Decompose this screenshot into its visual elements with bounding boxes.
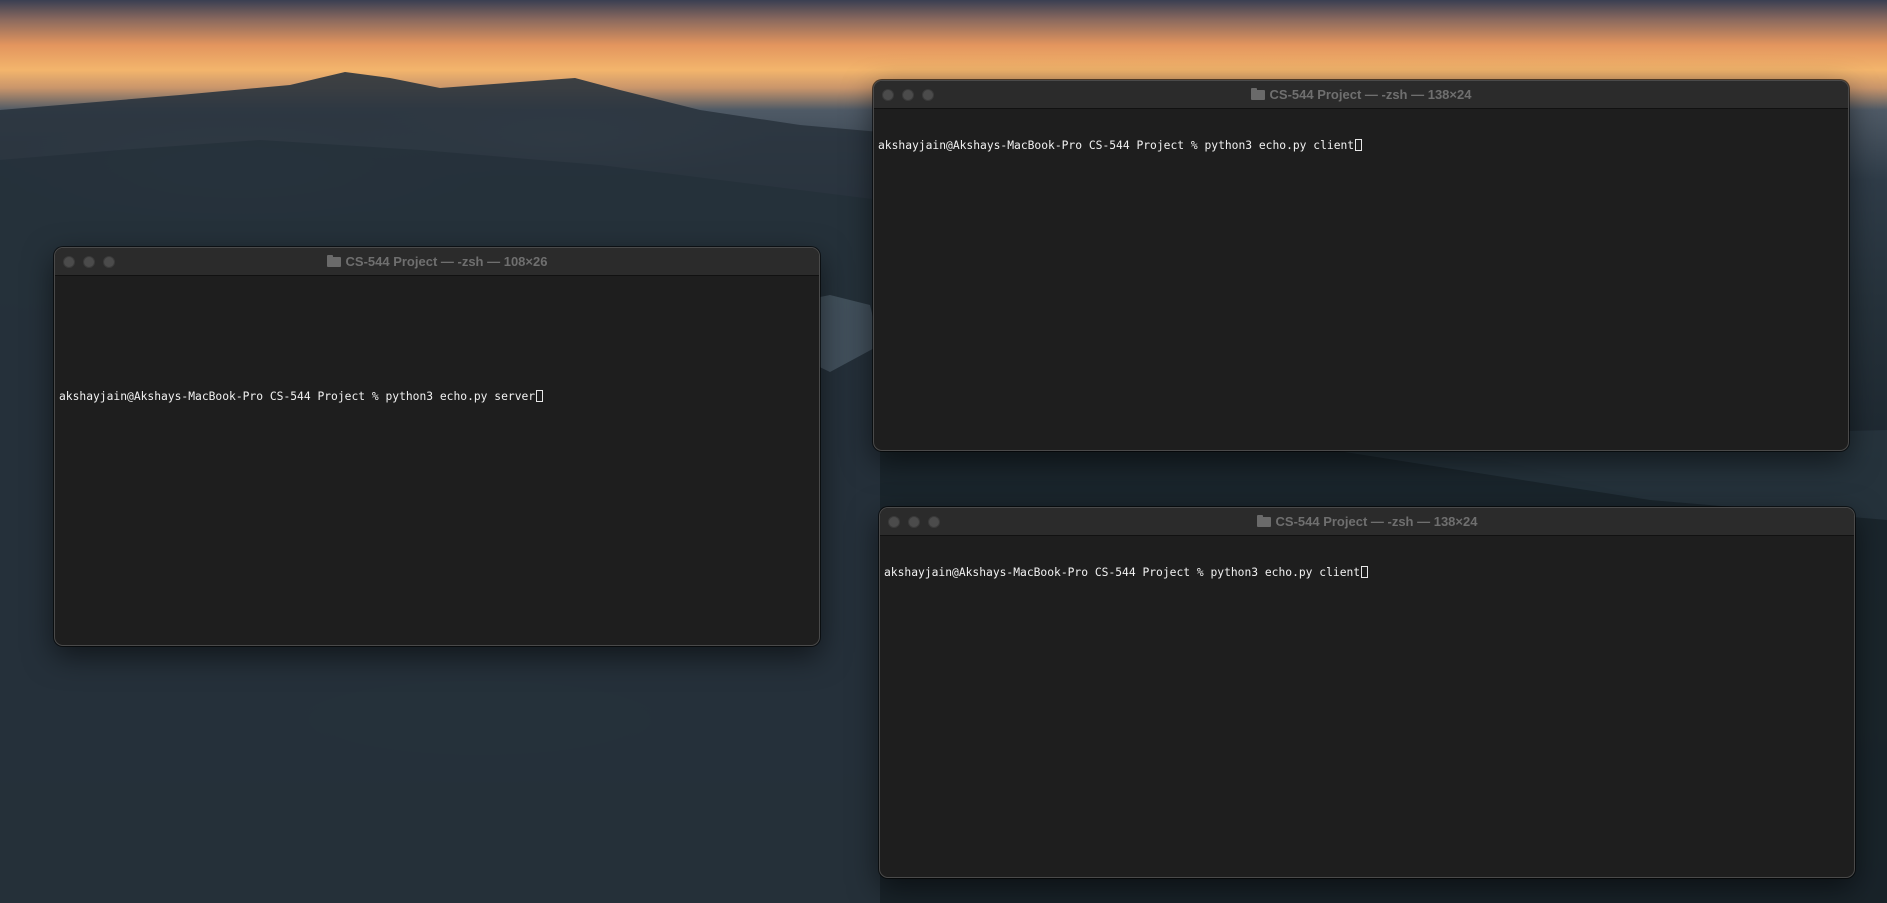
terminal-line: akshayjain@Akshays-MacBook-Pro CS-544 Pr… (59, 390, 815, 404)
terminal-window-client-top[interactable]: CS-544 Project — -zsh — 138×24 akshayjai… (873, 80, 1849, 451)
zoom-button-icon[interactable] (922, 89, 934, 101)
terminal-content[interactable]: akshayjain@Akshays-MacBook-Pro CS-544 Pr… (880, 536, 1854, 610)
command-text: python3 echo.py server (385, 390, 536, 403)
window-controls (882, 89, 934, 101)
terminal-window-client-bottom[interactable]: CS-544 Project — -zsh — 138×24 akshayjai… (879, 507, 1855, 878)
shell-prompt: akshayjain@Akshays-MacBook-Pro CS-544 Pr… (878, 139, 1205, 152)
window-titlebar[interactable]: CS-544 Project — -zsh — 138×24 (880, 508, 1854, 536)
folder-icon (1256, 514, 1271, 527)
zoom-button-icon[interactable] (103, 256, 115, 268)
text-cursor (536, 390, 544, 402)
minimize-button-icon[interactable] (908, 516, 920, 528)
command-text: python3 echo.py client (1210, 566, 1361, 579)
terminal-line: akshayjain@Akshays-MacBook-Pro CS-544 Pr… (878, 139, 1844, 153)
terminal-line: akshayjain@Akshays-MacBook-Pro CS-544 Pr… (884, 566, 1850, 580)
minimize-button-icon[interactable] (83, 256, 95, 268)
window-title: CS-544 Project — -zsh — 108×26 (326, 254, 548, 269)
terminal-content[interactable]: akshayjain@Akshays-MacBook-Pro CS-544 Pr… (874, 109, 1848, 183)
window-titlebar[interactable]: CS-544 Project — -zsh — 138×24 (874, 81, 1848, 109)
window-title-text: CS-544 Project — -zsh — 138×24 (1275, 514, 1478, 529)
shell-prompt: akshayjain@Akshays-MacBook-Pro CS-544 Pr… (884, 566, 1211, 579)
window-title-text: CS-544 Project — -zsh — 138×24 (1269, 87, 1472, 102)
terminal-content[interactable]: akshayjain@Akshays-MacBook-Pro CS-544 Pr… (55, 276, 819, 434)
close-button-icon[interactable] (888, 516, 900, 528)
command-text: python3 echo.py client (1204, 139, 1355, 152)
shell-prompt: akshayjain@Akshays-MacBook-Pro CS-544 Pr… (59, 390, 386, 403)
zoom-button-icon[interactable] (928, 516, 940, 528)
window-titlebar[interactable]: CS-544 Project — -zsh — 108×26 (55, 248, 819, 276)
close-button-icon[interactable] (63, 256, 75, 268)
folder-icon (1250, 87, 1265, 100)
window-controls (888, 516, 940, 528)
text-cursor (1355, 139, 1363, 151)
terminal-window-server[interactable]: CS-544 Project — -zsh — 108×26 akshayjai… (54, 247, 820, 646)
window-title: CS-544 Project — -zsh — 138×24 (1256, 514, 1478, 529)
close-button-icon[interactable] (882, 89, 894, 101)
desktop: CS-544 Project — -zsh — 108×26 akshayjai… (0, 0, 1887, 903)
folder-icon (326, 254, 341, 267)
window-title-text: CS-544 Project — -zsh — 108×26 (345, 254, 548, 269)
minimize-button-icon[interactable] (902, 89, 914, 101)
text-cursor (1361, 566, 1369, 578)
window-title: CS-544 Project — -zsh — 138×24 (1250, 87, 1472, 102)
window-controls (63, 256, 115, 268)
